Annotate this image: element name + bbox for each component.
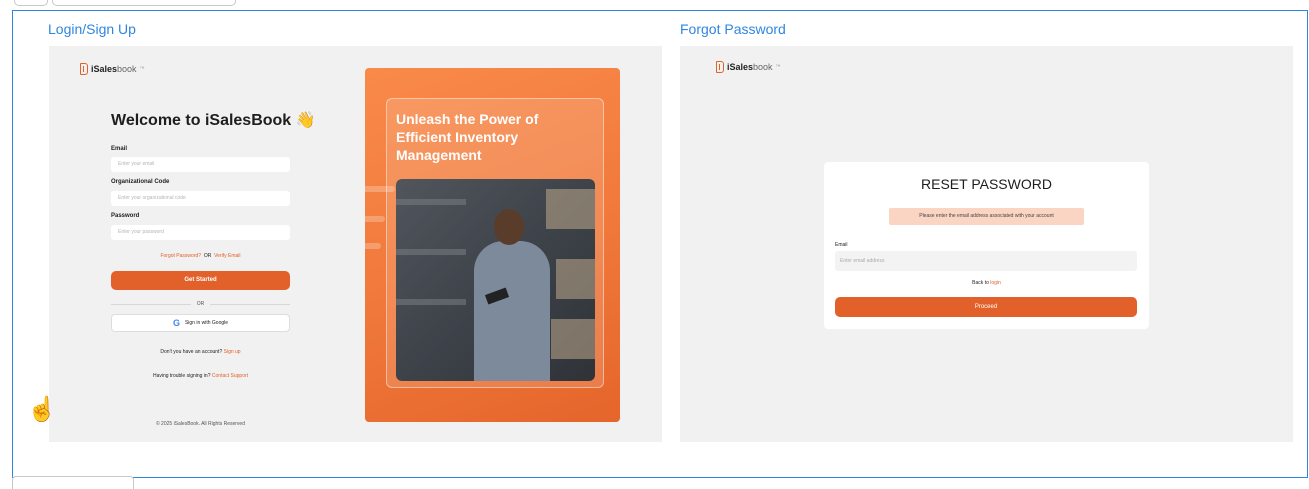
promo-headline: Unleash the Power of Efficient Inventory… <box>396 111 539 163</box>
frame-label-forgot-password[interactable]: Forgot Password <box>680 21 786 37</box>
trademark: ™ <box>139 66 145 72</box>
verify-email-link[interactable]: Verify Email <box>214 253 240 259</box>
org-code-label: Organizational Code <box>111 179 170 185</box>
brand-logo: iSales book ™ <box>80 63 145 75</box>
book-logo-icon <box>80 63 88 75</box>
support-prompt: Having trouble signing in? Contact Suppo… <box>111 373 290 379</box>
trademark: ™ <box>775 64 781 70</box>
reset-password-card: RESET PASSWORD Please enter the email ad… <box>824 162 1149 329</box>
reset-email-label: Email <box>835 242 848 248</box>
warehouse-photo <box>396 179 595 381</box>
google-signin-label: Sign in with Google <box>184 320 229 326</box>
reset-email-input[interactable]: Enter email address <box>835 251 1137 271</box>
brand-logo: iSales book ™ <box>716 61 781 73</box>
person-head <box>494 209 524 245</box>
login-artboard: iSales book ™ Welcome to iSalesBook 👋 Emai… <box>49 46 662 442</box>
google-signin-button[interactable]: G Sign in with Google <box>111 314 290 332</box>
box <box>551 319 595 359</box>
shelf <box>396 299 466 305</box>
copyright-text: © 2025 iSalesBook. All Rights Reserved <box>155 421 245 427</box>
hand-cursor-icon: ☝ <box>27 396 57 423</box>
reset-notice: Please enter the email address associate… <box>889 208 1084 225</box>
brand-name-bold: iSales <box>91 64 118 74</box>
org-code-input[interactable]: Enter your organizational code <box>111 191 290 206</box>
bottom-tab[interactable] <box>12 476 134 489</box>
signup-prompt: Don't you have an account? Sign up <box>111 349 290 355</box>
brand-name-bold: iSales <box>727 62 754 72</box>
email-input[interactable]: Enter your email <box>111 157 290 172</box>
password-label: Password <box>111 213 140 219</box>
frame-label-login[interactable]: Login/Sign Up <box>48 21 136 37</box>
box <box>546 189 595 229</box>
back-to-login: Back to login <box>824 280 1149 286</box>
person <box>474 241 550 381</box>
get-started-button[interactable]: Get Started <box>111 271 290 290</box>
promo-panel: Unleash the Power of Efficient Inventory… <box>365 68 620 422</box>
brand-name-light: book <box>117 64 137 74</box>
proceed-button[interactable]: Proceed <box>835 297 1137 317</box>
box <box>556 259 595 299</box>
top-tab-1[interactable] <box>14 0 48 6</box>
top-tab-2[interactable] <box>52 0 236 6</box>
trouble-text: Having trouble signing in? <box>152 373 211 379</box>
no-account-text: Don't you have an account? <box>160 349 223 355</box>
contact-support-link[interactable]: Contact Support <box>212 373 248 379</box>
welcome-heading: Welcome to iSalesBook 👋 <box>111 112 316 129</box>
or-divider-text: OR <box>196 301 205 307</box>
forgot-password-link[interactable]: Forgot Password? <box>160 253 201 259</box>
decor-stripe <box>365 216 385 222</box>
email-label: Email <box>111 146 128 152</box>
google-g-icon: G <box>172 317 180 328</box>
signup-link[interactable]: Sign up <box>224 349 241 355</box>
back-text: Back to <box>972 280 989 286</box>
forgot-password-artboard: iSales book ™ RESET PASSWORD Please enter … <box>680 46 1293 442</box>
shelf <box>396 249 466 255</box>
password-input[interactable]: Enter your password <box>111 225 290 240</box>
reset-title: RESET PASSWORD <box>921 176 1052 192</box>
shelf <box>396 199 466 205</box>
forgot-verify-links: Forgot Password? OR Verify Email <box>111 253 290 259</box>
book-logo-icon <box>716 61 724 73</box>
brand-name-light: book <box>753 62 773 72</box>
or-small-text: OR <box>203 253 212 259</box>
login-link[interactable]: login <box>990 280 1001 286</box>
decor-stripe <box>365 243 381 249</box>
or-divider: OR <box>111 300 290 308</box>
